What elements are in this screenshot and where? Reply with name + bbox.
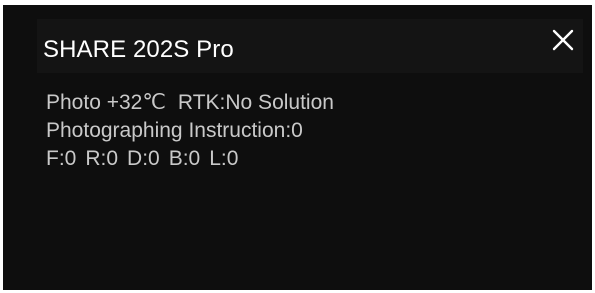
status-line: Photo +32℃ RTK:No Solution xyxy=(46,89,334,117)
camera-count-back: B:0 xyxy=(168,147,201,170)
close-icon xyxy=(552,29,574,51)
close-button[interactable] xyxy=(551,28,575,52)
camera-count-right: R:0 xyxy=(85,147,119,170)
photo-temperature: Photo +32℃ xyxy=(46,91,166,114)
camera-count-front: F:0 xyxy=(46,147,77,170)
camera-counts: F:0 R:0 D:0 B:0 L:0 xyxy=(46,145,334,173)
photographing-instruction: Photographing Instruction:0 xyxy=(46,119,303,142)
rtk-status: RTK:No Solution xyxy=(177,91,334,114)
status-info: Photo +32℃ RTK:No Solution Photographing … xyxy=(46,89,334,173)
dialog-header: SHARE 202S Pro xyxy=(37,19,583,73)
camera-count-down: D:0 xyxy=(127,147,160,170)
device-status-dialog: SHARE 202S Pro Photo +32℃ RTK:No Solution… xyxy=(3,5,592,290)
device-title: SHARE 202S Pro xyxy=(43,36,234,63)
camera-count-left: L:0 xyxy=(209,147,239,170)
